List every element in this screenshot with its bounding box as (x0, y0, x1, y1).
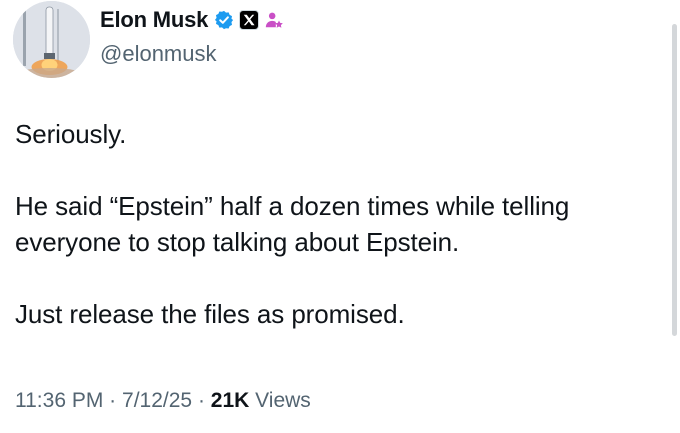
scrollbar[interactable] (672, 24, 677, 336)
avatar[interactable] (13, 1, 90, 78)
tweet-paragraph-1-line-1: Seriously. (15, 119, 127, 149)
tweet-time[interactable]: 11:36 PM (15, 389, 103, 412)
author-handle[interactable]: @elonmusk (100, 41, 217, 67)
author-display-name[interactable]: Elon Musk (100, 7, 208, 33)
x-affiliate-icon[interactable] (239, 10, 260, 30)
meta-separator: · (197, 389, 205, 412)
tweet-date[interactable]: 7/12/25 (122, 389, 192, 412)
rocket-launch-icon (13, 1, 90, 78)
views-label: Views (255, 389, 311, 412)
author-name-row: Elon Musk (100, 5, 284, 35)
tweet-text: Seriously. He said “Epstein” half a doze… (15, 116, 655, 332)
meta-separator: · (109, 389, 117, 412)
tweet-meta: 11:36 PM · 7/12/25 · 21K Views (15, 389, 311, 413)
verified-icon[interactable] (214, 10, 234, 30)
tweet-paragraph-2-line-1: He said “Epstein” half a dozen times whi… (15, 191, 570, 221)
tweet-paragraph-2-line-2: everyone to stop talking about Epstein. (15, 227, 460, 257)
x-logo-icon (243, 14, 255, 26)
views-count: 21K (210, 389, 250, 412)
tweet-paragraph-3-line-1: Just release the files as promised. (15, 299, 405, 329)
admin-icon[interactable] (264, 10, 284, 30)
